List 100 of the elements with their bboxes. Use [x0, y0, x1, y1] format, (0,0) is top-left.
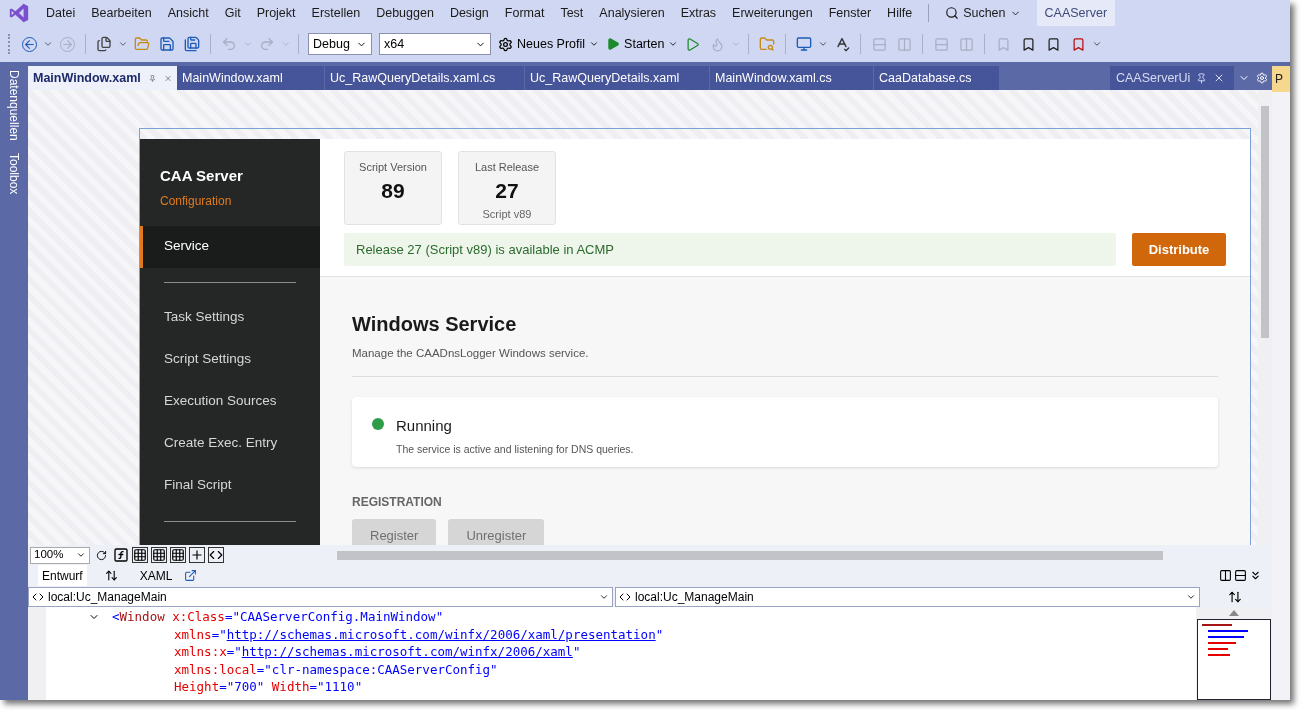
code-line: <Window x:Class="CAAServerConfig.MainWindow" — [112, 608, 444, 626]
folder-search-icon[interactable] — [759, 36, 776, 52]
nav-item[interactable]: Task Settings — [140, 296, 320, 339]
scroll-up-icon[interactable] — [1229, 610, 1239, 616]
checker-icon[interactable] — [170, 547, 186, 563]
side-tab[interactable]: Datenquellen — [5, 70, 23, 141]
caret-icon — [76, 550, 86, 560]
distribute-button[interactable]: Distribute — [1132, 233, 1226, 266]
caret-icon[interactable] — [118, 39, 128, 49]
registration-heading: REGISTRATION — [352, 494, 443, 512]
menu-item[interactable]: Hilfe — [879, 3, 921, 23]
menu-item[interactable]: Datei — [38, 3, 84, 23]
menu-item[interactable]: Ansicht — [159, 3, 217, 23]
open-folder-icon[interactable] — [134, 36, 150, 52]
nav-item[interactable]: Create Exec. Entry — [140, 422, 320, 465]
refresh-icon[interactable] — [96, 549, 107, 561]
view-tab[interactable]: Entwurf — [38, 565, 87, 586]
search-icon — [945, 6, 960, 20]
split-icon[interactable] — [1228, 589, 1242, 604]
menu-item[interactable]: Analysieren — [591, 3, 673, 23]
solution-name: CAAServer — [1036, 0, 1116, 27]
save-all-icon[interactable] — [184, 36, 200, 52]
release-banner: Release 27 (Script v89) is available in ACMP — [344, 233, 1116, 266]
caret-icon — [668, 39, 679, 49]
properties-tab[interactable]: P — [1272, 66, 1290, 92]
nav-item[interactable]: Service — [140, 225, 320, 268]
caret-icon[interactable] — [1092, 39, 1103, 49]
settings-icon[interactable] — [1256, 72, 1268, 84]
section-description: Manage the CAADnsLogger Windows service. — [352, 346, 590, 361]
snap-grid-icon[interactable] — [151, 547, 167, 563]
stat-label: Last Release — [474, 160, 540, 175]
document-tab[interactable]: MainWindow.xaml — [28, 66, 177, 90]
previous-bookmark-icon[interactable] — [1020, 36, 1036, 52]
nav-item[interactable]: Execution Sources — [140, 380, 320, 423]
new-item-icon[interactable] — [96, 36, 112, 52]
configuration-dropdown[interactable]: Debug — [308, 33, 372, 55]
pin-icon[interactable] — [1196, 72, 1208, 84]
gear-icon — [498, 36, 513, 52]
nav-item[interactable]: Final Script — [140, 464, 320, 507]
clear-bookmarks-icon[interactable] — [1070, 36, 1086, 52]
side-tab[interactable]: Toolbox — [5, 152, 23, 195]
menu-item[interactable]: Extras — [672, 3, 725, 23]
vertical-scrollbar[interactable] — [1258, 90, 1272, 545]
stat-note: Script v89 — [482, 206, 532, 222]
start-button[interactable]: Starten — [606, 34, 679, 54]
play-icon — [606, 37, 621, 51]
document-tab[interactable]: MainWindow.xaml.cs — [710, 66, 874, 90]
document-tab[interactable]: MainWindow.xaml — [177, 66, 325, 90]
tool-window-tab[interactable]: CAAServerUi — [1110, 66, 1234, 90]
swap-icon[interactable] — [104, 569, 118, 582]
status-description: The service is active and listening for DNS queries. — [396, 441, 634, 457]
document-tab[interactable]: CaaDatabase.cs — [874, 66, 1000, 90]
stat-value: 27 — [495, 177, 519, 204]
snap-lines-icon[interactable] — [189, 547, 205, 563]
collapse-icon[interactable] — [1249, 569, 1262, 582]
function-icon[interactable] — [113, 547, 129, 563]
nav-item[interactable]: Script Settings — [140, 338, 320, 381]
logo-icon — [8, 2, 30, 24]
zoom-dropdown[interactable]: 100% — [30, 546, 90, 564]
menu-item[interactable]: Bearbeiten — [83, 3, 160, 23]
document-tab[interactable]: Uc_RawQueryDetails.xaml — [525, 66, 710, 90]
menu-item[interactable]: Debuggen — [368, 3, 442, 23]
status-label: Running — [396, 416, 453, 437]
menu-item[interactable]: Format — [496, 3, 553, 23]
scope-dropdown[interactable]: local:Uc_ManageMain — [615, 586, 1200, 607]
menu-item[interactable]: Test — [552, 3, 592, 23]
search-button[interactable]: Suchen — [937, 3, 1029, 23]
caret-icon[interactable] — [818, 39, 829, 49]
code-line: Height="700" Width="1110" — [174, 678, 363, 696]
menu-item[interactable]: Design — [441, 3, 497, 23]
popout-icon[interactable] — [184, 569, 198, 582]
menu-item[interactable]: Projekt — [248, 3, 304, 23]
window-icon[interactable] — [796, 36, 813, 52]
section-title: Windows Service — [352, 312, 518, 337]
view-tab[interactable]: XAML — [135, 565, 177, 586]
play-icon[interactable] — [684, 36, 700, 52]
stat-label: Script Version — [359, 160, 427, 175]
next-bookmark-icon[interactable] — [1045, 36, 1061, 52]
menu-item[interactable]: Fenster — [820, 3, 880, 23]
split-vertical-icon[interactable] — [1219, 569, 1232, 582]
menu-item[interactable]: Erstellen — [303, 3, 369, 23]
document-tab[interactable]: Uc_RawQueryDetails.xaml.cs — [325, 66, 525, 90]
stat-value: 89 — [381, 177, 405, 204]
horizontal-scrollbar[interactable] — [337, 550, 1163, 560]
code-icon[interactable] — [208, 547, 224, 563]
menu-item[interactable]: Git — [216, 3, 249, 23]
pin-icon[interactable] — [148, 72, 156, 84]
caret-icon — [589, 39, 600, 49]
platform-dropdown[interactable]: x64 — [379, 33, 491, 55]
save-icon[interactable] — [159, 36, 175, 52]
scope-dropdown[interactable]: local:Uc_ManageMain — [28, 586, 613, 607]
code-line: xmlns="http://schemas.microsoft.com/winfx/2006/xaml/presentation" — [174, 625, 664, 643]
code-line: xmlns:x="http://schemas.microsoft.com/winfx/2006/xaml" — [174, 643, 581, 661]
code-line: xmlns:local="clr-namespace:CAAServerConfig" — [174, 660, 498, 678]
profile-button[interactable]: Neues Profil — [498, 34, 600, 54]
menu-item[interactable]: Erweiterungen — [724, 3, 821, 23]
split-horizontal-icon[interactable] — [1234, 569, 1247, 582]
spell-check-icon[interactable] — [834, 36, 851, 52]
caret-icon[interactable] — [43, 39, 53, 49]
grid-icon[interactable] — [132, 547, 148, 563]
